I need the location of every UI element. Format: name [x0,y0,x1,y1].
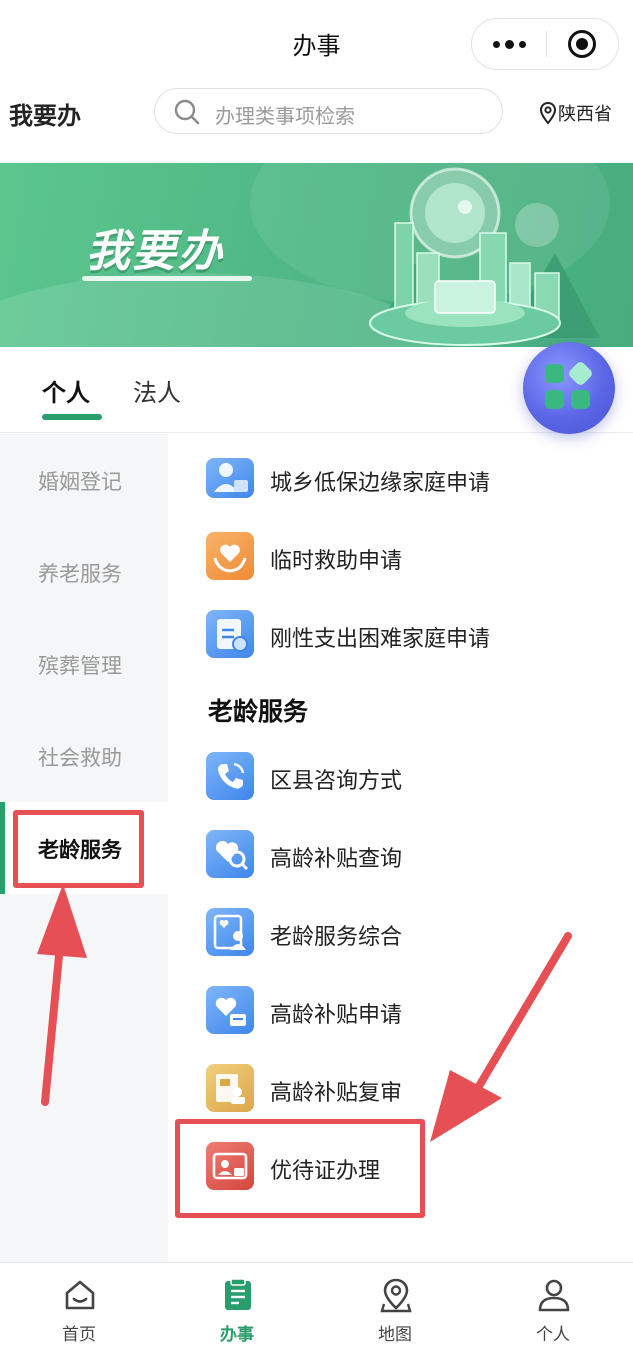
list-item-label: 区县咨询方式 [270,769,403,794]
map-icon [380,1278,412,1313]
sidebar-item-marriage[interactable]: 婚姻登记 [0,434,168,526]
location-selector[interactable]: 陕西省 [540,100,612,126]
sidebar-item-label: 婚姻登记 [38,470,122,494]
close-target-icon[interactable] [568,30,596,58]
list-item-label: 高龄补贴查询 [270,847,403,872]
sidebar-item-funeral[interactable]: 殡葬管理 [0,618,168,710]
list-item-label: 刚性支出困难家庭申请 [270,627,491,652]
nav-label: 个人 [536,1325,570,1345]
bottom-nav: 首页 办事 地图 个人 [0,1262,633,1350]
nav-label: 办事 [220,1325,254,1345]
nav-label: 地图 [378,1325,412,1345]
capsule-divider [546,31,547,57]
more-menu-icon[interactable] [472,19,546,69]
list-item-label: 临时救助申请 [270,549,403,574]
highlight-box-sidebar [13,810,144,888]
title-bar: 办事 [0,0,633,88]
nav-personal[interactable]: 个人 [474,1263,632,1350]
search-row: 我要办 办理类事项检索 陕西省 [0,88,633,160]
mini-program-capsule [471,18,619,70]
section-title: 老龄服务 [208,697,309,726]
nav-label: 首页 [62,1325,96,1345]
service-icon [225,1278,251,1310]
heart-search-icon [206,830,254,878]
tab-legal-entity[interactable]: 法人 [133,373,181,408]
highlight-box-item [175,1119,425,1218]
location-label: 陕西省 [558,104,612,125]
list-item-label: 城乡低保边缘家庭申请 [270,471,491,496]
nav-home[interactable]: 首页 [0,1263,158,1350]
edge-family-icon [206,458,254,498]
list-item[interactable]: 高龄补贴查询 [206,830,606,882]
grid-icon [545,364,564,383]
location-pin-icon [540,102,556,124]
annotation-arrow-up-icon [37,884,87,1106]
expense-document-icon [206,610,254,658]
list-item[interactable]: 临时救助申请 [206,532,606,584]
subsidy-apply-icon [206,986,254,1034]
banner: 我要办 [0,163,633,347]
floating-apps-button[interactable] [523,342,615,434]
active-tab-indicator [42,414,102,420]
nav-map[interactable]: 地图 [316,1263,474,1350]
list-item-label: 高龄补贴申请 [270,1003,403,1028]
section-heading: 我要办 [9,102,81,130]
sidebar-item-label: 社会救助 [38,746,122,770]
sidebar-item-elderly-care[interactable]: 养老服务 [0,526,168,618]
search-icon [174,99,200,125]
sidebar-item-label: 养老服务 [38,562,122,586]
phone-icon [206,752,254,800]
search-placeholder: 办理类事项检索 [215,104,355,128]
sidebar-item-social-assistance[interactable]: 社会救助 [0,710,168,802]
list-item[interactable]: 城乡低保边缘家庭申请 [206,454,606,506]
annotation-arrow-down-icon [430,932,572,1142]
list-item-label: 高龄补贴复审 [270,1081,403,1106]
heart-hands-icon [206,532,254,580]
list-item[interactable]: 区县咨询方式 [206,752,606,804]
sidebar-item-label: 殡葬管理 [38,654,122,678]
nav-service[interactable]: 办事 [158,1263,316,1350]
banner-underline [82,276,252,281]
banner-title: 我要办 [86,226,224,277]
tab-personal[interactable]: 个人 [42,373,90,408]
elder-service-icon [206,908,254,956]
person-icon [538,1279,570,1312]
list-item-label: 老龄服务综合 [270,925,403,950]
list-item[interactable]: 刚性支出困难家庭申请 [206,610,606,662]
subsidy-review-icon [206,1064,254,1112]
search-input[interactable]: 办理类事项检索 [154,88,503,134]
city-illustration-icon [369,167,600,346]
home-icon [65,1280,95,1310]
